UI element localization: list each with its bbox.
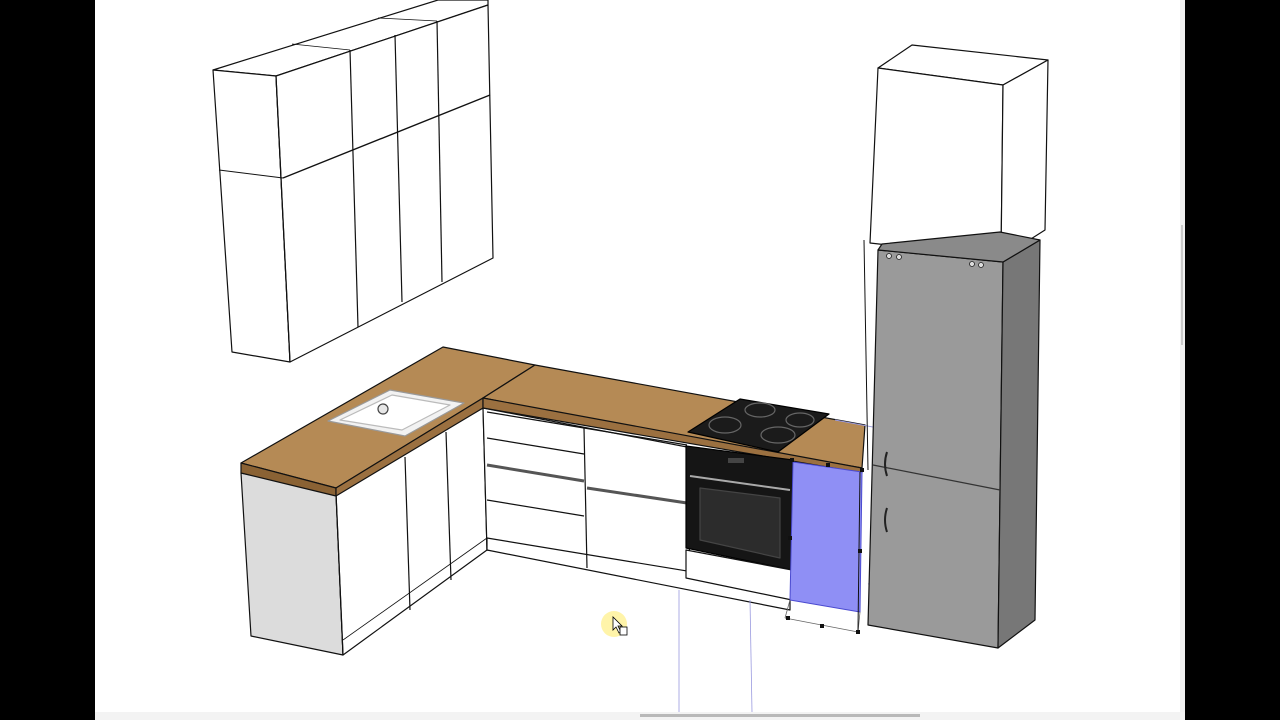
refrigerator[interactable] <box>867 231 1041 649</box>
horizontal-scrollbar[interactable] <box>95 712 1185 720</box>
drain-icon <box>377 403 389 415</box>
wall-cabinets[interactable] <box>212 0 494 363</box>
3d-viewport[interactable] <box>95 0 1185 720</box>
horizontal-scrollbar-thumb[interactable] <box>640 714 920 717</box>
oven-display <box>728 458 744 463</box>
cursor <box>601 611 628 637</box>
vertical-scrollbar-thumb[interactable] <box>1181 225 1183 345</box>
oven[interactable] <box>685 445 794 601</box>
end-panel <box>240 472 344 656</box>
vertical-scrollbar[interactable] <box>1180 0 1185 720</box>
kitchen-scene[interactable] <box>95 0 1185 720</box>
